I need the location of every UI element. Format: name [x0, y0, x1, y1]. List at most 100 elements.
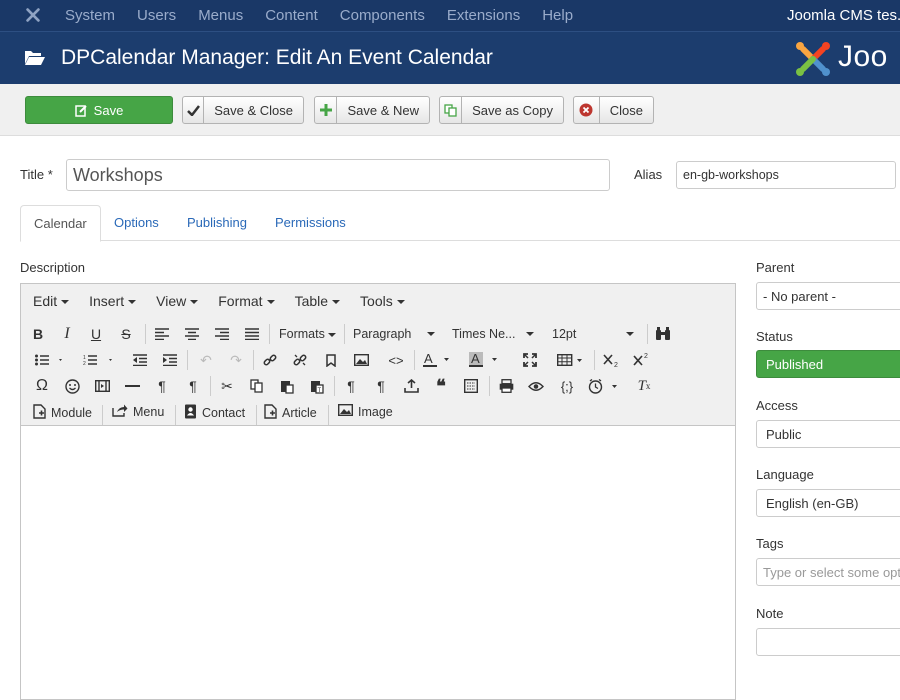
strikethrough-icon[interactable]: S	[117, 323, 135, 345]
underline-icon[interactable]: U	[87, 323, 105, 345]
numbered-list-icon[interactable]: 12	[82, 349, 114, 371]
tab-permissions[interactable]: Permissions	[262, 205, 359, 241]
italic-icon[interactable]: I	[58, 323, 76, 345]
file-add-icon	[33, 404, 46, 422]
outdent-icon[interactable]	[131, 349, 149, 371]
find-replace-icon[interactable]	[653, 323, 673, 345]
menu-users[interactable]: Users	[137, 7, 176, 24]
status-select[interactable]: Published	[756, 350, 900, 378]
insert-contact-button[interactable]: Contact	[184, 404, 245, 422]
fullscreen-icon[interactable]	[521, 349, 539, 371]
undo-icon[interactable]: ↶	[197, 349, 215, 371]
block-format-dropdown[interactable]: Paragraph	[353, 327, 435, 341]
indent-icon[interactable]	[161, 349, 179, 371]
editor-menu-edit[interactable]: Edit	[33, 293, 69, 309]
link-icon[interactable]	[261, 349, 279, 371]
close-button[interactable]: Close	[573, 96, 654, 124]
insert-image-icon[interactable]	[352, 349, 370, 371]
language-select[interactable]: English (en-GB)	[756, 489, 900, 517]
editor-menu-view[interactable]: View	[156, 293, 198, 309]
editor-menu-table[interactable]: Table	[295, 293, 340, 309]
blockquote-icon[interactable]: ❝	[432, 375, 450, 397]
menu-extensions[interactable]: Extensions	[447, 7, 520, 24]
align-center-icon[interactable]	[183, 323, 201, 345]
visual-chars-icon[interactable]: ¶	[372, 375, 390, 397]
horizontal-rule-icon[interactable]	[123, 375, 141, 397]
media-icon[interactable]	[93, 375, 111, 397]
paste-icon[interactable]	[278, 375, 296, 397]
background-color-icon[interactable]: A	[468, 349, 500, 371]
editor-menu-format[interactable]: Format	[218, 293, 274, 309]
page-header: DPCalendar Manager: Edit An Event Calend…	[0, 31, 900, 84]
insert-module-button[interactable]: Module	[33, 404, 92, 422]
note-input[interactable]	[756, 628, 900, 656]
picture-icon	[337, 403, 354, 419]
svg-text:A: A	[424, 352, 433, 366]
access-select[interactable]: Public	[756, 420, 900, 448]
joomla-icon[interactable]	[24, 6, 42, 24]
special-character-icon[interactable]: Ω	[33, 375, 51, 397]
save-new-button[interactable]: Save & New	[314, 96, 430, 124]
font-family-dropdown[interactable]: Times Ne...	[452, 327, 534, 341]
clear-formatting-icon[interactable]: Tx	[635, 375, 653, 397]
font-size-dropdown[interactable]: 12pt	[552, 327, 634, 341]
insert-article-button[interactable]: Article	[264, 404, 317, 422]
tags-input[interactable]: Type or select some opt	[756, 558, 900, 586]
save-copy-button[interactable]: Save as Copy	[439, 96, 564, 124]
unlink-icon[interactable]	[291, 349, 309, 371]
insert-upload-icon[interactable]	[402, 375, 420, 397]
menu-system[interactable]: System	[65, 7, 115, 24]
tab-publishing[interactable]: Publishing	[174, 205, 260, 241]
ltr-icon[interactable]: ¶	[153, 375, 171, 397]
insert-menu-button[interactable]: Menu	[112, 404, 164, 420]
cut-icon[interactable]: ✂	[218, 375, 236, 397]
menu-menus[interactable]: Menus	[198, 7, 243, 24]
subscript-icon[interactable]: 2	[601, 349, 621, 371]
bullet-list-icon[interactable]	[34, 349, 64, 371]
superscript-icon[interactable]: 2	[631, 349, 651, 371]
template-icon[interactable]	[462, 375, 480, 397]
table-icon[interactable]	[556, 349, 586, 371]
align-right-icon[interactable]	[213, 323, 231, 345]
menu-help[interactable]: Help	[542, 7, 573, 24]
menu-components[interactable]: Components	[340, 7, 425, 24]
visual-blocks-icon[interactable]: ¶	[342, 375, 360, 397]
insert-snippet-icon[interactable]: {;}	[557, 375, 577, 397]
svg-text:2: 2	[614, 362, 618, 368]
align-justify-icon[interactable]	[243, 323, 261, 345]
save-new-label: Save & New	[347, 102, 419, 118]
code-icon[interactable]: <>	[387, 349, 405, 371]
paste-text-icon[interactable]: T	[308, 375, 326, 397]
editor-menu-tools[interactable]: Tools	[360, 293, 405, 309]
anchor-bookmark-icon[interactable]	[322, 349, 340, 371]
tab-options[interactable]: Options	[101, 205, 172, 241]
site-name-link[interactable]: Joomla CMS tes...	[787, 7, 900, 24]
parent-select[interactable]: - No parent -	[756, 282, 900, 310]
share-icon	[112, 404, 128, 420]
bold-icon[interactable]: B	[29, 323, 47, 345]
menu-content[interactable]: Content	[265, 7, 318, 24]
title-input[interactable]: Workshops	[66, 159, 610, 191]
preview-icon[interactable]	[527, 375, 545, 397]
page-title: DPCalendar Manager: Edit An Event Calend…	[61, 46, 493, 69]
editor-menu-insert[interactable]: Insert	[89, 293, 136, 309]
save-button[interactable]: Save	[25, 96, 173, 124]
print-icon[interactable]	[497, 375, 515, 397]
plus-icon	[315, 97, 338, 123]
alias-input[interactable]: en-gb-workshops	[676, 161, 896, 189]
copy-editor-icon[interactable]	[248, 375, 266, 397]
rtl-icon[interactable]: ¶	[184, 375, 202, 397]
close-circle-icon	[574, 97, 600, 123]
text-color-icon[interactable]: A	[422, 349, 452, 371]
save-close-button[interactable]: Save & Close	[182, 96, 304, 124]
insert-image-button[interactable]: Image	[337, 403, 393, 419]
formats-dropdown[interactable]: Formats	[279, 327, 337, 341]
parent-label: Parent	[756, 260, 795, 275]
tab-calendar[interactable]: Calendar	[20, 205, 101, 242]
redo-icon[interactable]: ↷	[227, 349, 245, 371]
access-label: Access	[756, 398, 798, 413]
emoticons-icon[interactable]	[63, 375, 81, 397]
align-left-icon[interactable]	[153, 323, 171, 345]
insert-datetime-icon[interactable]	[587, 375, 621, 397]
editor-content-area[interactable]	[21, 427, 735, 699]
